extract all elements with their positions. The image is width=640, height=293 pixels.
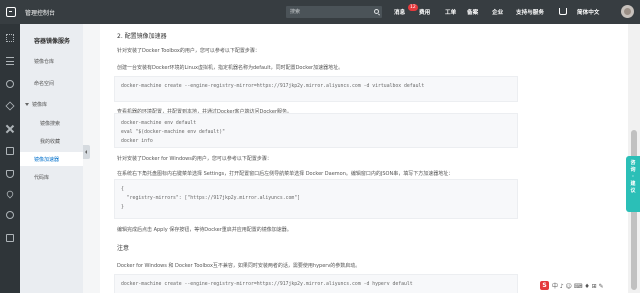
search-box xyxy=(286,6,382,18)
windows-after: 编辑完成后点击 Apply 保存按钮，等待Docker重启并应用配置的镜像加速器… xyxy=(117,227,292,233)
nav-support[interactable]: 支持与服务 xyxy=(516,0,544,24)
windows-step: 在系统右下角托盘图标内右键菜单选择 Settings，打开配置窗口后左侧导航菜单… xyxy=(117,171,454,177)
avatar[interactable] xyxy=(621,5,634,18)
feedback-tab[interactable]: 咨 询 · 建 议 xyxy=(626,156,640,212)
feedback-tab-char: 议 xyxy=(630,188,636,194)
code-line: docker-machine env default xyxy=(121,121,197,126)
messages-count-badge: 12 xyxy=(408,4,418,11)
feedback-tab-char: · xyxy=(632,174,634,180)
clock-icon[interactable] xyxy=(6,211,14,219)
products-grid-icon[interactable] xyxy=(6,34,14,42)
sidebar-item-label: 命名空间 xyxy=(34,80,55,87)
code-line: { xyxy=(121,187,124,192)
terminal-icon[interactable] xyxy=(6,234,14,242)
nav-icp[interactable]: 备案 xyxy=(467,0,478,24)
sidebar-item-code-source[interactable]: 代码库 xyxy=(20,170,83,184)
cart-icon[interactable] xyxy=(559,8,567,15)
shield-icon[interactable] xyxy=(6,170,14,178)
sidebar-item-label: 镜像库 xyxy=(32,101,48,108)
sidebar-item-image-library[interactable]: 镜像库 xyxy=(20,97,83,111)
feedback-tab-char: 咨 xyxy=(630,160,636,166)
main-content: 2. 配置镜像加速器 针对安装了Docker Toolbox的用户，您可以参考以… xyxy=(100,24,628,293)
sidebar-item-label: 代码库 xyxy=(34,174,50,181)
sidebar-item-label: 镜像加速器 xyxy=(34,156,60,163)
code-line: docker info xyxy=(121,139,153,144)
section-heading: 2. 配置镜像加速器 xyxy=(117,33,167,40)
nav-ticket[interactable]: 工单 xyxy=(445,0,456,24)
windows-intro: 针对安装了Docker for Windows的用户，您可以参考以下配置步骤： xyxy=(117,156,272,162)
sidebar-item-accelerator[interactable]: 镜像加速器 xyxy=(20,152,83,166)
nav-messages[interactable]: 消息 xyxy=(394,0,405,24)
ime-tool-icons[interactable]: 中 ♪ ☺ ⌨ ♦ ⊞ ✎ xyxy=(552,281,604,290)
console-title[interactable]: 管理控制台 xyxy=(25,8,55,17)
database-icon[interactable] xyxy=(6,147,14,155)
code-line: docker-machine create --engine-registry-… xyxy=(121,84,425,89)
sidebar-item-label: 我的收藏 xyxy=(40,138,61,145)
ime-toolbar: S 中 ♪ ☺ ⌨ ♦ ⊞ ✎ xyxy=(540,281,604,290)
tools-icon[interactable] xyxy=(6,125,14,133)
search-input[interactable] xyxy=(286,6,370,18)
code-line: docker-machine create --engine-registry-… xyxy=(121,282,413,287)
toolbox-intro: 针对安装了Docker Toolbox的用户，您可以参考以下配置步骤： xyxy=(117,48,260,54)
feedback-tab-char: 询 xyxy=(630,167,636,173)
sidebar-item-label: 镜像搜索 xyxy=(40,120,61,127)
drop-icon[interactable] xyxy=(5,189,15,199)
chevron-down-icon xyxy=(25,102,29,106)
service-sidebar: 容器镜像服务 镜像仓库 命名空间 镜像库 镜像搜索 我的收藏 镜像加速器 代码库 xyxy=(20,24,83,293)
console-logo-icon[interactable] xyxy=(6,7,16,17)
code-line: } xyxy=(121,205,124,210)
list-icon[interactable] xyxy=(6,57,14,65)
feedback-tab-char: 建 xyxy=(630,181,636,187)
nav-billing[interactable]: 费用 xyxy=(419,0,430,24)
globe-icon[interactable] xyxy=(6,80,14,88)
product-icon-rail xyxy=(0,24,20,293)
search-icon[interactable] xyxy=(374,9,379,14)
code-line: "registry-mirrors": ["https://917jkp2y.m… xyxy=(121,196,301,201)
ime-logo-icon[interactable]: S xyxy=(540,281,549,290)
sidebar-collapse-button[interactable] xyxy=(83,145,90,159)
sidebar-item-repositories[interactable]: 镜像仓库 xyxy=(20,54,83,68)
code-line: eval "$(docker-machine env default)" xyxy=(121,130,225,135)
note-heading: 注意 xyxy=(117,245,130,252)
cube-icon[interactable] xyxy=(5,101,15,111)
sidebar-item-favorites[interactable]: 我的收藏 xyxy=(20,134,83,148)
code-block: docker-machine create --engine-registry-… xyxy=(114,274,518,293)
code-block: docker-machine env default eval "$(docke… xyxy=(114,113,518,148)
note-text: Docker for Windows 和 Docker Toolbox互不兼容，… xyxy=(117,263,361,269)
sidebar-item-namespaces[interactable]: 命名空间 xyxy=(20,76,83,90)
code-block: { "registry-mirrors": ["https://917jkp2y… xyxy=(114,179,518,219)
code-block: docker-machine create --engine-registry-… xyxy=(114,76,518,102)
nav-enterprise[interactable]: 企业 xyxy=(492,0,503,24)
sidebar-item-image-search[interactable]: 镜像搜索 xyxy=(20,116,83,130)
toolbox-step-1: 创建一台安装有Docker环境的Linux虚拟机，指定机器名称为default，… xyxy=(117,65,344,71)
sidebar-title: 容器镜像服务 xyxy=(34,38,71,45)
language-selector[interactable]: 简体中文 xyxy=(577,0,599,24)
sidebar-item-label: 镜像仓库 xyxy=(34,58,55,65)
